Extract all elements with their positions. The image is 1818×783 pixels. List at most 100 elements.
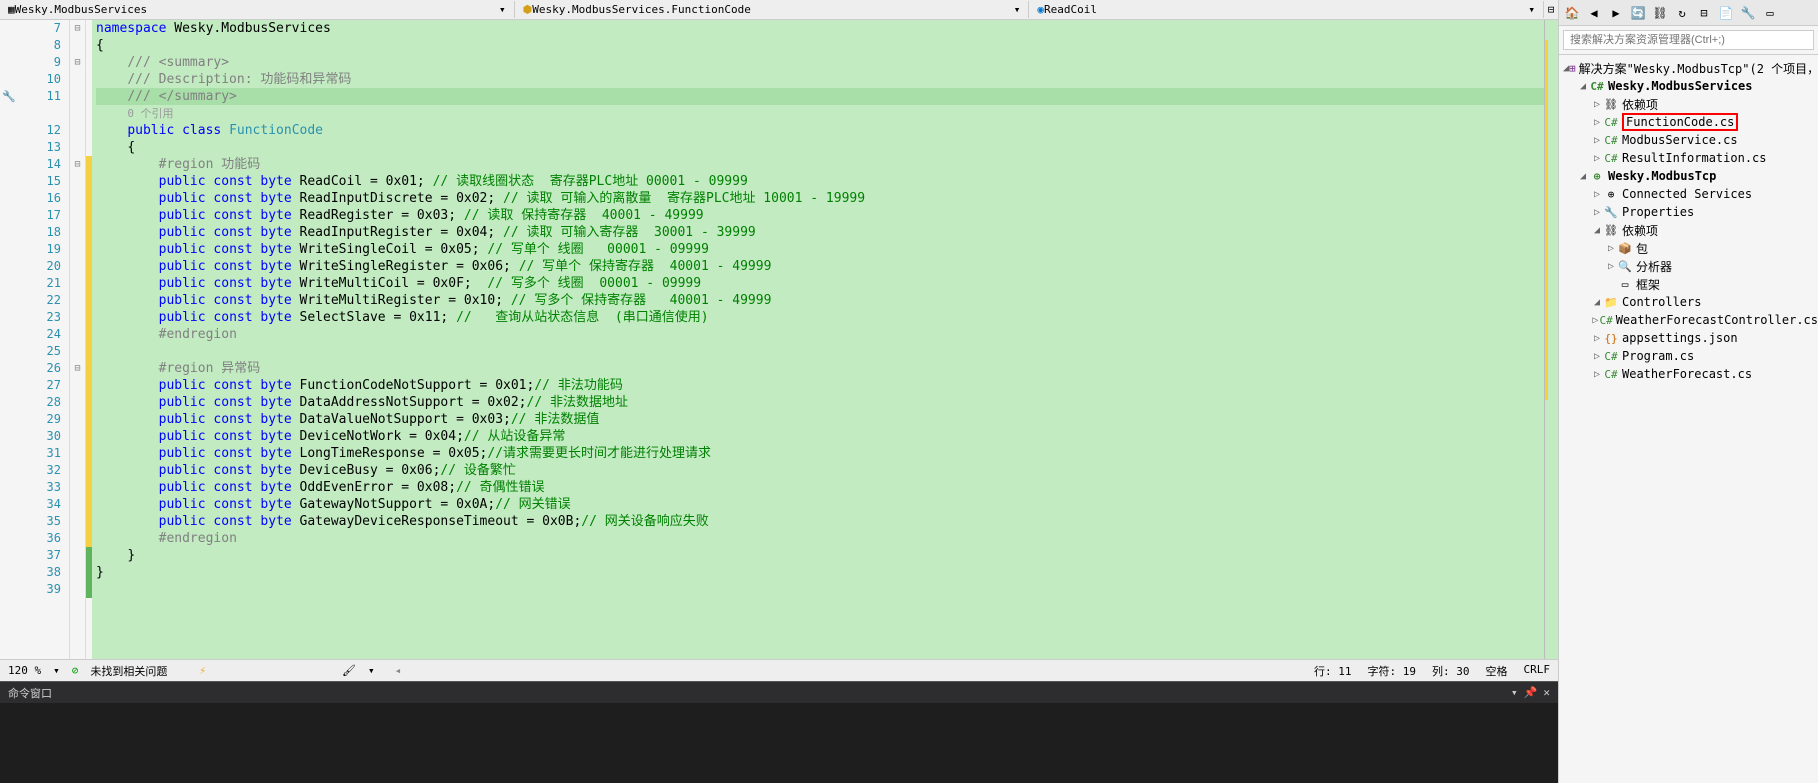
tree-expand-icon[interactable]: ◢ <box>1591 225 1603 236</box>
tree-item[interactable]: ▷C#WeatherForecast.cs <box>1559 365 1818 383</box>
tree-expand-icon[interactable]: ▷ <box>1591 351 1603 362</box>
tree-item[interactable]: ▭框架 <box>1559 275 1818 293</box>
solution-explorer: 🏠 ◀ ▶ 🔄 ⛓ ↻ ⊟ 📄 🔧 ▭ ◢⊞解决方案"Wesky.ModbusT… <box>1558 0 1818 783</box>
tree-node-icon: C# <box>1603 368 1619 381</box>
lightbulb-icon[interactable]: ⚡ <box>199 664 206 677</box>
zoom-chevron-icon[interactable]: ▾ <box>53 664 60 677</box>
member-label: ReadCoil <box>1044 3 1097 16</box>
tree-node-label: 依赖项 <box>1622 96 1658 113</box>
close-icon[interactable]: ✕ <box>1543 686 1550 699</box>
tree-item[interactable]: ◢⊕Wesky.ModbusTcp <box>1559 167 1818 185</box>
tree-node-icon: C# <box>1603 134 1619 147</box>
tree-node-label: Properties <box>1622 205 1694 219</box>
tree-node-label: 分析器 <box>1636 258 1672 275</box>
tree-node-label: Wesky.ModbusTcp <box>1608 169 1716 183</box>
editor-area: ▦ Wesky.ModbusServices ▾ ⬢ Wesky.ModbusS… <box>0 0 1558 783</box>
split-button[interactable]: ⊟ <box>1544 3 1558 16</box>
tree-expand-icon[interactable]: ▷ <box>1591 135 1603 146</box>
chevron-down-icon: ▾ <box>1014 3 1021 16</box>
code-editor[interactable]: 7891011🔧12131415161718192021222324252627… <box>0 20 1558 659</box>
chevron-down-icon: ▾ <box>499 3 506 16</box>
code-content[interactable]: namespace Wesky.ModbusServices{ /// <sum… <box>92 20 1544 659</box>
sync-icon[interactable]: 🔄 <box>1629 4 1647 22</box>
tree-item[interactable]: ▷C#WeatherForecastController.cs <box>1559 311 1818 329</box>
tree-item[interactable]: ▷{}appsettings.json <box>1559 329 1818 347</box>
show-all-icon[interactable]: 📄 <box>1717 4 1735 22</box>
tree-node-icon: ⛓ <box>1603 224 1619 237</box>
tree-node-icon: 🔍 <box>1617 260 1633 273</box>
collapse-icon[interactable]: ⊟ <box>1695 4 1713 22</box>
tree-item[interactable]: ▷C#FunctionCode.cs <box>1559 113 1818 131</box>
status-char[interactable]: 字符: 19 <box>1368 663 1417 679</box>
tree-item[interactable]: ▷📦包 <box>1559 239 1818 257</box>
fold-column[interactable]: ⊟⊟⊟⊟ <box>70 20 86 659</box>
issues-text: 未找到相关问题 <box>90 663 167 679</box>
tree-expand-icon[interactable]: ▷ <box>1591 333 1603 344</box>
back-icon[interactable]: ◀ <box>1585 4 1603 22</box>
tree-node-icon: {} <box>1603 332 1619 345</box>
home-icon[interactable]: 🏠 <box>1563 4 1581 22</box>
class-label: Wesky.ModbusServices.FunctionCode <box>532 3 751 16</box>
tree-expand-icon[interactable]: ▷ <box>1591 189 1603 200</box>
tree-node-icon: ⊕ <box>1589 170 1605 183</box>
command-window-body[interactable] <box>0 703 1558 783</box>
scroll-left-icon[interactable]: ◂ <box>395 664 402 677</box>
tree-item[interactable]: ▷⊕Connected Services <box>1559 185 1818 203</box>
tree-item[interactable]: ◢⊞解决方案"Wesky.ModbusTcp"(2 个项目，共 2 个 <box>1559 59 1818 77</box>
tree-expand-icon[interactable]: ▷ <box>1605 261 1617 272</box>
tree-node-icon: C# <box>1603 350 1619 363</box>
tree-item[interactable]: ▷🔧Properties <box>1559 203 1818 221</box>
issues-ok-icon: ⊘ <box>72 664 79 677</box>
brush-icon[interactable]: 🖌 <box>342 664 356 677</box>
class-dropdown[interactable]: ⬢ Wesky.ModbusServices.FunctionCode ▾ <box>515 1 1030 18</box>
tree-node-label: 解决方案"Wesky.ModbusTcp"(2 个项目，共 2 个 <box>1579 60 1818 77</box>
tree-expand-icon[interactable]: ▷ <box>1591 99 1603 110</box>
filter-icon[interactable]: ⛓ <box>1651 4 1669 22</box>
refresh-icon[interactable]: ↻ <box>1673 4 1691 22</box>
status-eol[interactable]: CRLF <box>1524 663 1551 679</box>
editor-nav-bar: ▦ Wesky.ModbusServices ▾ ⬢ Wesky.ModbusS… <box>0 0 1558 20</box>
brush-chevron-icon[interactable]: ▾ <box>368 664 375 677</box>
tree-node-label: Wesky.ModbusServices <box>1608 79 1753 93</box>
field-icon: ◉ <box>1037 3 1044 16</box>
tree-expand-icon[interactable]: ◢ <box>1591 297 1603 308</box>
window-dropdown-icon[interactable]: ▾ <box>1511 686 1518 699</box>
tree-node-label: ResultInformation.cs <box>1622 151 1767 165</box>
tree-expand-icon[interactable]: ◢ <box>1577 81 1589 92</box>
tree-item[interactable]: ▷C#ResultInformation.cs <box>1559 149 1818 167</box>
tree-item[interactable]: ▷⛓依赖项 <box>1559 95 1818 113</box>
tree-expand-icon[interactable]: ◢ <box>1577 171 1589 182</box>
tree-expand-icon[interactable]: ▷ <box>1591 369 1603 380</box>
tree-item[interactable]: ▷C#Program.cs <box>1559 347 1818 365</box>
tree-expand-icon[interactable]: ▷ <box>1591 207 1603 218</box>
status-line[interactable]: 行: 11 <box>1314 663 1352 679</box>
tree-expand-icon[interactable]: ▷ <box>1591 315 1599 326</box>
command-window-header[interactable]: 命令窗口 ▾ 📌 ✕ <box>0 681 1558 703</box>
tree-expand-icon[interactable]: ▷ <box>1591 117 1603 128</box>
tree-item[interactable]: ▷C#ModbusService.cs <box>1559 131 1818 149</box>
solution-search-input[interactable] <box>1563 30 1814 50</box>
tree-node-icon: 📦 <box>1617 242 1633 255</box>
tree-item[interactable]: ◢⛓依赖项 <box>1559 221 1818 239</box>
tree-expand-icon[interactable]: ▷ <box>1605 243 1617 254</box>
namespace-dropdown[interactable]: ▦ Wesky.ModbusServices ▾ <box>0 1 515 18</box>
tree-node-icon: ▭ <box>1617 278 1633 291</box>
tree-item[interactable]: ◢📁Controllers <box>1559 293 1818 311</box>
tree-node-label: 框架 <box>1636 276 1660 293</box>
solution-tree[interactable]: ◢⊞解决方案"Wesky.ModbusTcp"(2 个项目，共 2 个◢C#We… <box>1559 55 1818 783</box>
member-dropdown[interactable]: ◉ ReadCoil ▾ <box>1029 1 1544 18</box>
namespace-label: Wesky.ModbusServices <box>15 3 147 16</box>
status-col[interactable]: 列: 30 <box>1432 663 1470 679</box>
forward-icon[interactable]: ▶ <box>1607 4 1625 22</box>
status-indent[interactable]: 空格 <box>1486 663 1508 679</box>
tree-expand-icon[interactable]: ▷ <box>1591 153 1603 164</box>
tree-node-label: ModbusService.cs <box>1622 133 1738 147</box>
tree-item[interactable]: ▷🔍分析器 <box>1559 257 1818 275</box>
zoom-level[interactable]: 120 % <box>8 664 41 677</box>
properties-icon[interactable]: 🔧 <box>1739 4 1757 22</box>
overview-ruler[interactable] <box>1544 20 1558 659</box>
preview-icon[interactable]: ▭ <box>1761 4 1779 22</box>
tree-item[interactable]: ◢C#Wesky.ModbusServices <box>1559 77 1818 95</box>
pin-icon[interactable]: 📌 <box>1524 686 1538 699</box>
tree-node-icon: 📁 <box>1603 296 1619 309</box>
